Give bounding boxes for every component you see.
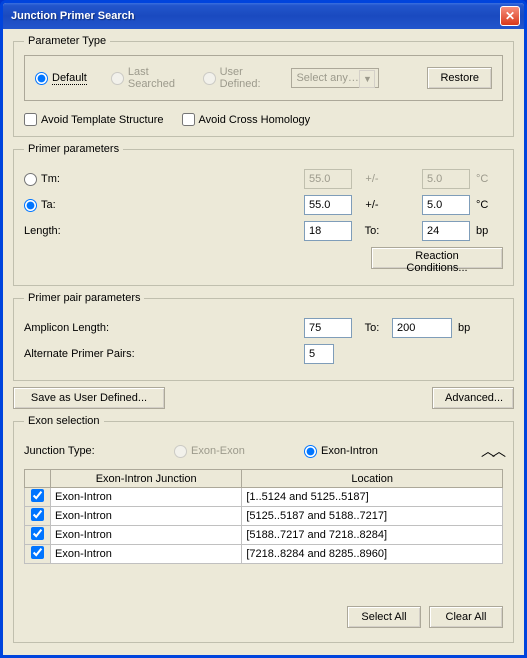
ta-value-input[interactable] <box>304 195 352 215</box>
table-row[interactable]: Exon-Intron[7218..8284 and 8285..8960] <box>25 545 503 564</box>
row-checkbox[interactable] <box>31 546 44 559</box>
user-defined-select: Select any… <box>291 68 379 88</box>
close-icon[interactable]: ✕ <box>500 6 520 26</box>
tm-tol-input <box>422 169 470 189</box>
alternate-pairs-label: Alternate Primer Pairs: <box>24 348 304 360</box>
primer-pair-parameters-group: Primer pair parameters Amplicon Length: … <box>13 292 514 381</box>
last-searched-label: Last Searched <box>128 66 179 90</box>
table-row[interactable]: Exon-Intron[5188..7217 and 7218..8284] <box>25 526 503 545</box>
junction-table: Exon-Intron Junction Location Exon-Intro… <box>24 469 503 564</box>
table-row[interactable]: Exon-Intron[5125..5187 and 5188..7217] <box>25 507 503 526</box>
row-checkbox[interactable] <box>31 489 44 502</box>
row-location: [5188..7217 and 7218..8284] <box>242 526 503 545</box>
row-junction: Exon-Intron <box>51 507 242 526</box>
save-as-user-defined-button[interactable]: Save as User Defined... <box>13 387 165 409</box>
amplicon-to-label: To: <box>352 322 392 334</box>
exon-exon-label: Exon-Exon <box>191 445 245 457</box>
ta-radio[interactable]: Ta: <box>24 199 134 212</box>
ta-tol-input[interactable] <box>422 195 470 215</box>
primer-parameters-legend: Primer parameters <box>24 143 123 155</box>
primer-parameters-group: Primer parameters Tm: +/- °C Ta: +/- °C <box>13 143 514 286</box>
avoid-template-checkbox[interactable]: Avoid Template Structure <box>24 113 164 126</box>
row-checkbox[interactable] <box>31 508 44 521</box>
restore-button[interactable]: Restore <box>427 67 492 89</box>
primer-pair-parameters-legend: Primer pair parameters <box>24 292 144 304</box>
row-checkbox-cell[interactable] <box>25 507 51 526</box>
exon-intron-label: Exon-Intron <box>321 445 378 457</box>
tm-degc-label: °C <box>470 173 500 185</box>
window-title: Junction Primer Search <box>7 10 500 22</box>
exon-selection-group: Exon selection Junction Type: Exon-Exon … <box>13 415 514 643</box>
default-radio[interactable]: Default <box>35 72 87 85</box>
last-searched-radio: Last Searched <box>111 66 179 90</box>
user-defined-select-text: Select any… <box>296 72 358 84</box>
tm-radio[interactable]: Tm: <box>24 173 134 186</box>
default-radio-label: Default <box>52 72 87 85</box>
select-all-button[interactable]: Select All <box>347 606 421 628</box>
tm-value-input <box>304 169 352 189</box>
parameter-type-group: Parameter Type Default Last Searched Use… <box>13 35 514 137</box>
exon-selection-legend: Exon selection <box>24 415 104 427</box>
avoid-cross-label: Avoid Cross Homology <box>199 114 311 126</box>
advanced-button[interactable]: Advanced... <box>432 387 514 409</box>
tm-pm-label: +/- <box>352 173 392 185</box>
clear-all-button[interactable]: Clear All <box>429 606 503 628</box>
row-junction: Exon-Intron <box>51 545 242 564</box>
exon-intron-radio[interactable]: Exon-Intron <box>304 445 378 458</box>
tm-label: Tm: <box>41 173 60 185</box>
user-defined-radio: User Defined: <box>203 66 268 90</box>
row-location: [5125..5187 and 5188..7217] <box>242 507 503 526</box>
table-row[interactable]: Exon-Intron[1..5124 and 5125..5187] <box>25 488 503 507</box>
ta-label: Ta: <box>41 199 56 211</box>
length-label: Length: <box>24 225 134 237</box>
parameter-type-legend: Parameter Type <box>24 35 110 47</box>
amplicon-bp-label: bp <box>452 322 482 334</box>
length-to-input[interactable] <box>422 221 470 241</box>
amplicon-length-label: Amplicon Length: <box>24 322 304 334</box>
row-junction: Exon-Intron <box>51 526 242 545</box>
row-location: [1..5124 and 5125..5187] <box>242 488 503 507</box>
row-location: [7218..8284 and 8285..8960] <box>242 545 503 564</box>
reaction-conditions-button[interactable]: Reaction Conditions... <box>371 247 503 269</box>
amplicon-to-input[interactable] <box>392 318 452 338</box>
amplicon-from-input[interactable] <box>304 318 352 338</box>
ta-pm-label: +/- <box>352 199 392 211</box>
avoid-template-label: Avoid Template Structure <box>41 114 164 126</box>
collapse-icon[interactable]: ︿︿ <box>481 441 503 461</box>
length-bp-label: bp <box>470 225 500 237</box>
junction-type-label: Junction Type: <box>24 445 174 457</box>
row-checkbox-cell[interactable] <box>25 488 51 507</box>
table-location-header[interactable]: Location <box>242 470 503 488</box>
ta-degc-label: °C <box>470 199 500 211</box>
table-check-header <box>25 470 51 488</box>
alternate-pairs-input[interactable] <box>304 344 334 364</box>
row-checkbox-cell[interactable] <box>25 545 51 564</box>
row-checkbox-cell[interactable] <box>25 526 51 545</box>
exon-exon-radio: Exon-Exon <box>174 445 304 458</box>
table-junction-header[interactable]: Exon-Intron Junction <box>51 470 242 488</box>
titlebar: Junction Primer Search ✕ <box>3 3 524 29</box>
row-junction: Exon-Intron <box>51 488 242 507</box>
avoid-cross-checkbox[interactable]: Avoid Cross Homology <box>182 113 311 126</box>
length-from-input[interactable] <box>304 221 352 241</box>
user-defined-label: User Defined: <box>220 66 268 90</box>
row-checkbox[interactable] <box>31 527 44 540</box>
length-to-label: To: <box>352 225 392 237</box>
